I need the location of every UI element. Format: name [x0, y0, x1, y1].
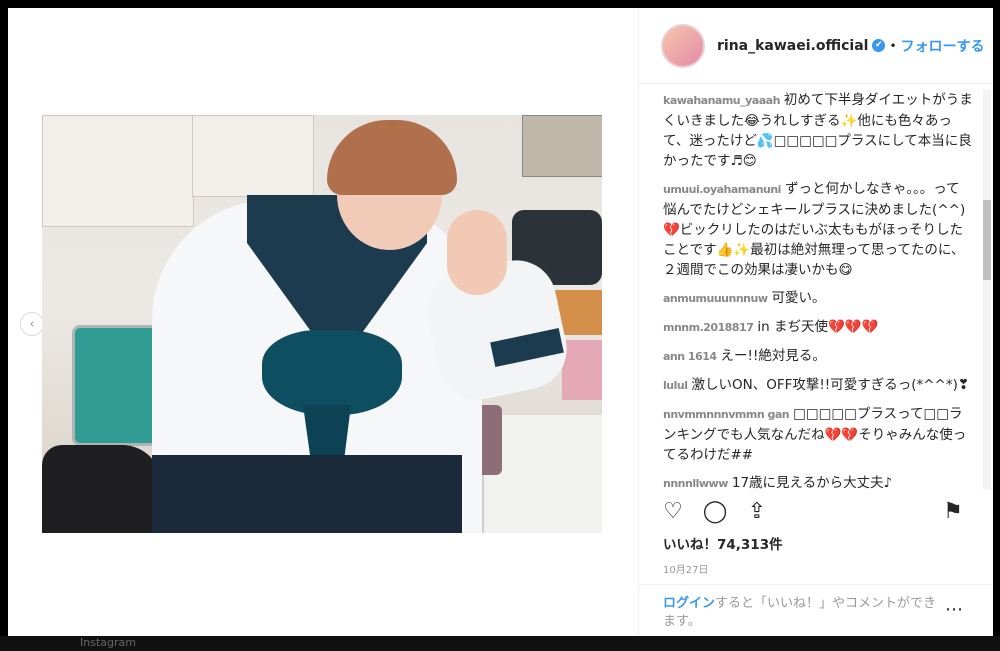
post-header: rina_kawaei.official ✔ • フォローする — [639, 8, 993, 84]
hair — [327, 120, 457, 195]
post-date: 10月27日 — [663, 565, 709, 576]
comment-handle[interactable]: nnnnllwww — [663, 477, 728, 490]
wall-panel — [192, 115, 314, 197]
ribbon-bow — [262, 330, 402, 415]
comment-text: 激しいON、OFF攻撃!!可愛すぎるっ(*^^*)❣ — [691, 377, 970, 393]
comment-list: kawahanamu_yaaah 初めて下半身ダイエットがうまくいきました😂うれし… — [663, 90, 973, 490]
comment-handle[interactable]: nnvmmnnnvmmn gan — [663, 408, 790, 421]
more-options-icon[interactable]: ⋯ — [945, 599, 964, 620]
verified-badge-icon: ✔ — [872, 39, 886, 52]
skirt — [152, 455, 462, 533]
comment-handle[interactable]: umuui.oyahamanuni — [663, 183, 781, 196]
post-sidebar: rina_kawaei.official ✔ • フォローする kawahana… — [638, 8, 993, 636]
comment-item: mnnm.2018817 in まぢ天使💔💔💔 — [663, 317, 973, 338]
chevron-left-icon: ‹ — [29, 316, 35, 332]
bookmark-icon[interactable]: ⚑ — [939, 498, 967, 526]
comment-handle[interactable]: mnnm.2018817 — [663, 321, 754, 334]
instagram-post-modal: ‹ rina_kawaei.official ✔ • フォローする kawaha… — [8, 8, 993, 636]
login-link[interactable]: ログイン — [663, 596, 715, 611]
comment-handle[interactable]: ann 1614 — [663, 350, 717, 363]
jacket — [42, 445, 162, 533]
comment-item: ann 1614 えー!!絶対見る。 — [663, 346, 973, 367]
background-strip: Instagram — [0, 636, 1000, 651]
comment-text: 17歳に見えるから大丈夫♪ — [731, 475, 893, 490]
comment-item: nnvmmnnnvmmn gan □□□□□プラスって□□ランキングでも人気なんだ… — [663, 404, 973, 465]
wall-panel — [42, 115, 194, 227]
scroll-thumb[interactable] — [983, 200, 991, 280]
comment-item: lulul 激しいON、OFF攻撃!!可愛すぎるっ(*^^*)❣ — [663, 375, 973, 396]
comment-item: umuui.oyahamanuni ずっと何かしなきゃ。。。って悩んでたけどシェキ… — [663, 179, 973, 280]
prev-arrow-button[interactable]: ‹ — [20, 312, 44, 336]
hand — [447, 210, 507, 295]
comment-item: nnnnllwww 17歳に見えるから大丈夫♪ — [663, 473, 973, 490]
comment-scrollbar[interactable] — [983, 90, 991, 490]
likes-count[interactable]: いいね！74,313件 — [663, 533, 783, 553]
heart-icon[interactable]: ♡ — [659, 498, 687, 526]
comment-text: 可愛い。 — [771, 290, 826, 306]
follow-button[interactable]: フォローする — [901, 36, 985, 56]
photo-area: ‹ — [8, 8, 638, 636]
comment-item: anmumuuunnnuw 可愛い。 — [663, 288, 973, 309]
share-icon[interactable]: ⇪ — [743, 498, 771, 526]
login-prompt: ログインすると「いいね！」やコメントができます。 — [663, 595, 943, 631]
comment-text: えー!!絶対見る。 — [720, 348, 826, 364]
comment-handle[interactable]: kawahanamu_yaaah — [663, 94, 780, 107]
background-text: Instagram — [80, 636, 136, 649]
separator-dot: • — [889, 38, 897, 53]
shelf — [522, 115, 602, 177]
comment-handle[interactable]: lulul — [663, 379, 688, 392]
comment-item: kawahanamu_yaaah 初めて下半身ダイエットがうまくいきました😂うれし… — [663, 90, 973, 171]
login-footer: ログインすると「いいね！」やコメントができます。 ⋯ — [639, 584, 993, 637]
comment-handle[interactable]: anmumuuunnnuw — [663, 292, 768, 305]
comment-icon[interactable]: ◯ — [701, 498, 729, 526]
avatar[interactable] — [661, 23, 705, 68]
post-photo[interactable] — [42, 115, 602, 533]
comment-text: in まぢ天使💔💔💔 — [757, 319, 879, 335]
username-link[interactable]: rina_kawaei.official — [717, 38, 868, 54]
action-bar: ♡ ◯ ⇪ ⚑ — [659, 498, 979, 532]
pink-cloth — [562, 340, 602, 400]
